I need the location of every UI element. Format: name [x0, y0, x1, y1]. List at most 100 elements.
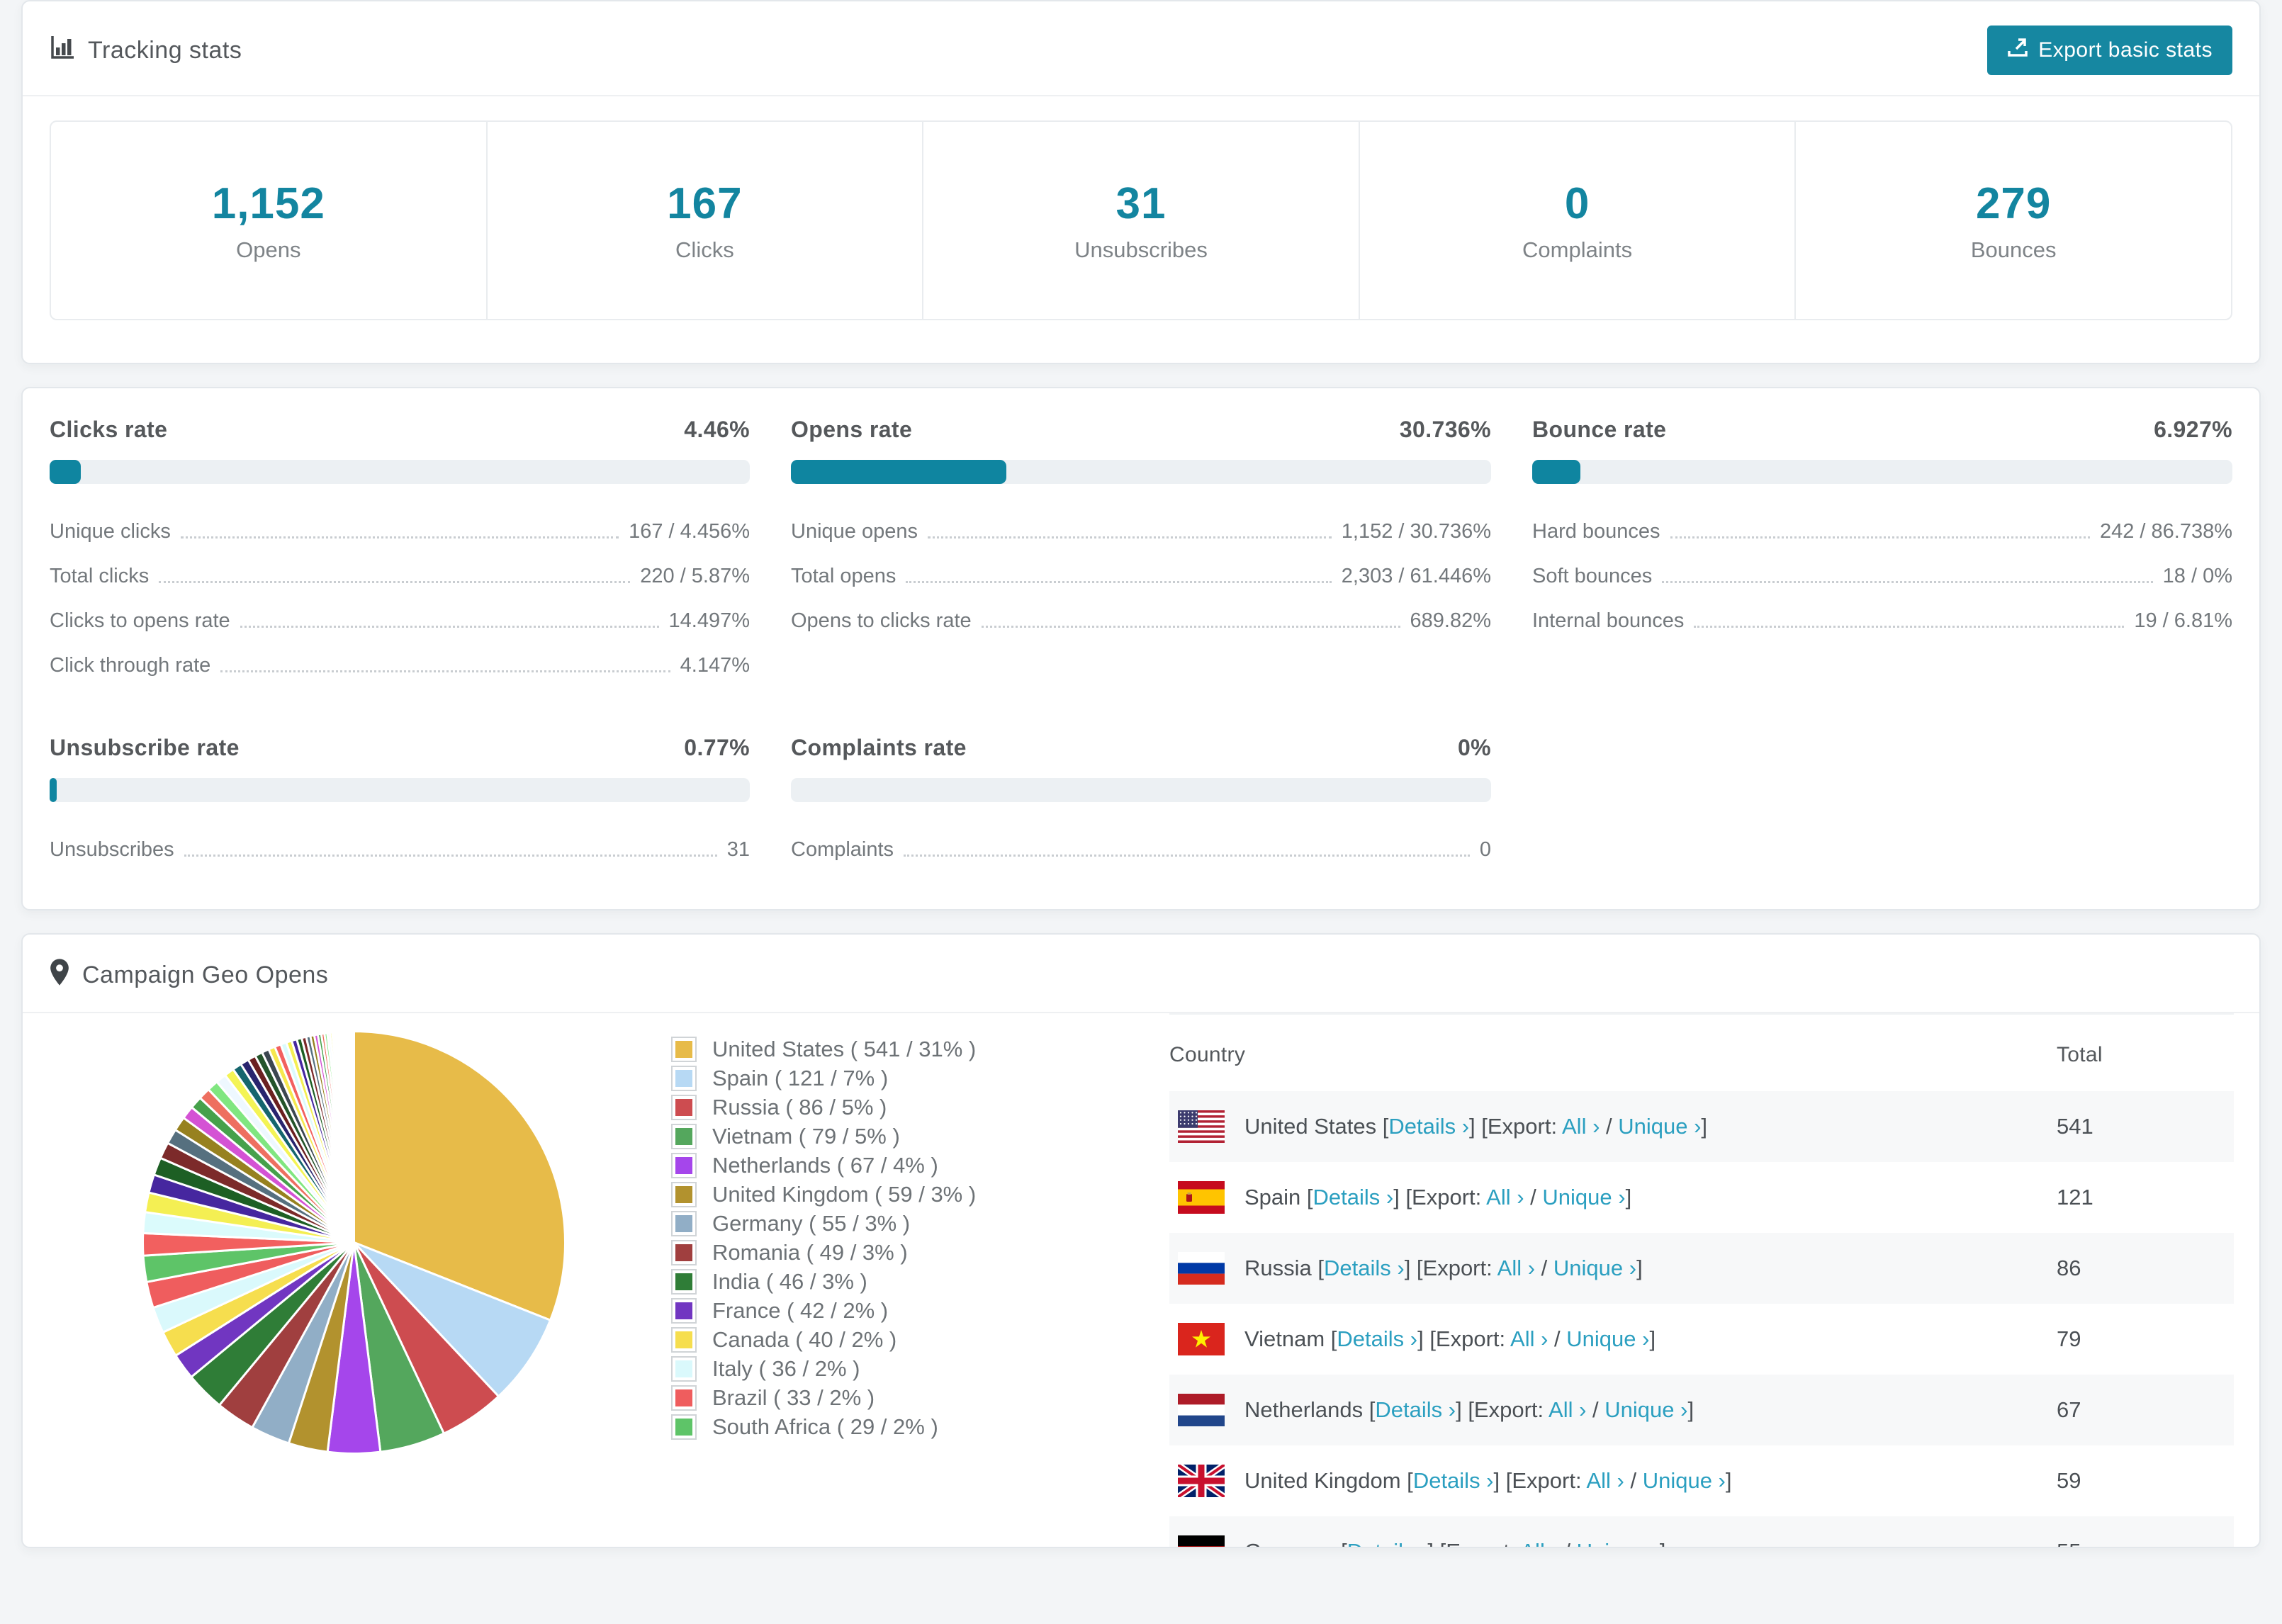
- rate-detail-value: 1,152 / 30.736%: [1341, 520, 1491, 543]
- geo-total-cell: 55: [2057, 1516, 2234, 1547]
- legend-item: Russia ( 86 / 5% ): [671, 1093, 1114, 1122]
- flag-vn-icon: [1178, 1323, 1225, 1355]
- legend-label: France ( 42 / 2% ): [712, 1297, 889, 1323]
- rate-value: 30.736%: [1399, 417, 1491, 442]
- rate-progress-bar: [791, 460, 1491, 484]
- rate-detail-row: Unique opens 1,152 / 30.736%: [791, 509, 1491, 554]
- column-header-country: Country: [1169, 1043, 1246, 1066]
- rate-title: Bounce rate: [1532, 417, 1667, 442]
- export-all-link[interactable]: All ›: [1586, 1468, 1624, 1493]
- legend-item: Germany ( 55 / 3% ): [671, 1209, 1114, 1238]
- dotted-leader: [904, 855, 1470, 857]
- details-link[interactable]: Details ›: [1324, 1256, 1405, 1280]
- geo-table-row-nl: Netherlands [Details ›] [Export: All › /…: [1169, 1375, 2234, 1445]
- geo-total-cell: 86: [2057, 1256, 2081, 1280]
- legend-swatch-color: [675, 1098, 692, 1116]
- geo-country-flex: Russia [Details ›] [Export: All › / Uniq…: [1178, 1252, 2057, 1285]
- rate-detail-label: Opens to clicks rate: [791, 609, 972, 632]
- static-text: ] [Export:: [1404, 1256, 1497, 1280]
- static-text: ] [Export:: [1393, 1185, 1487, 1209]
- summary-value: 167: [667, 179, 743, 228]
- legend-swatch: [671, 1065, 697, 1091]
- details-link[interactable]: Details ›: [1313, 1185, 1394, 1209]
- rate-title: Unsubscribe rate: [50, 735, 240, 760]
- rate-detail-value: 18 / 0%: [2162, 565, 2232, 587]
- legend-label: United Kingdom ( 59 / 3% ): [712, 1181, 977, 1207]
- legend-label: Canada ( 40 / 2% ): [712, 1326, 897, 1352]
- static-text: ] [Export:: [1469, 1114, 1562, 1139]
- details-link[interactable]: Details ›: [1413, 1468, 1494, 1493]
- export-all-link[interactable]: All ›: [1548, 1397, 1586, 1422]
- details-link[interactable]: Details ›: [1388, 1114, 1469, 1139]
- details-link[interactable]: Details ›: [1347, 1539, 1428, 1547]
- export-unique-link[interactable]: Unique ›: [1542, 1185, 1625, 1209]
- rate-panel-clicks: Clicks rate 4.46% Unique clicks 167 / 4.456…: [50, 417, 750, 688]
- dotted-leader: [1670, 536, 2090, 538]
- dotted-leader: [240, 626, 659, 628]
- country-flag: [1178, 1110, 1225, 1143]
- export-all-link[interactable]: All ›: [1486, 1185, 1524, 1209]
- geo-country-flex: Spain [Details ›] [Export: All › / Uniqu…: [1178, 1181, 2057, 1214]
- rate-detail-row: Hard bounces 242 / 86.738%: [1532, 509, 2232, 554]
- geo-country-flex: Netherlands [Details ›] [Export: All › /…: [1178, 1394, 2057, 1426]
- column-header-total: Total: [2057, 1043, 2103, 1066]
- export-unique-link[interactable]: Unique ›: [1604, 1397, 1687, 1422]
- geo-total-cell: 67: [2057, 1397, 2081, 1422]
- static-text: ] [Export:: [1493, 1468, 1587, 1493]
- summary-stats-wrap: 1,152 Opens 167 Clicks 31 Unsubscribes 0 Compla…: [23, 96, 2259, 363]
- rate-panel-header: Opens rate 30.736%: [791, 417, 1491, 443]
- summary-value: 0: [1564, 179, 1590, 228]
- rate-detail-value: 2,303 / 61.446%: [1341, 565, 1491, 587]
- summary-stat-clicks: 167 Clicks: [488, 122, 924, 319]
- pie-legend: United States ( 541 / 31% ) Spain ( 121 /…: [671, 1034, 1114, 1441]
- summary-stats-row: 1,152 Opens 167 Clicks 31 Unsubscribes 0 Compla…: [50, 120, 2232, 320]
- export-unique-link[interactable]: Unique ›: [1566, 1326, 1649, 1351]
- rate-progress-fill: [791, 460, 1006, 484]
- summary-stat-complaints: 0 Complaints: [1360, 122, 1797, 319]
- geo-content: United States ( 541 / 31% ) Spain ( 121 /…: [23, 1013, 2259, 1547]
- static-text: ] [Export:: [1427, 1539, 1520, 1547]
- export-unique-link[interactable]: Unique ›: [1618, 1114, 1701, 1139]
- flag-es-icon: [1178, 1181, 1225, 1214]
- rate-panel-header: Clicks rate 4.46%: [50, 417, 750, 443]
- rate-detail-value: 220 / 5.87%: [640, 565, 750, 587]
- legend-item: United States ( 541 / 31% ): [671, 1034, 1114, 1064]
- rate-panel-complaints: Complaints rate 0% Complaints 0: [791, 735, 1491, 872]
- export-unique-link[interactable]: Unique ›: [1577, 1539, 1660, 1547]
- export-all-link[interactable]: All ›: [1520, 1539, 1558, 1547]
- export-all-link[interactable]: All ›: [1497, 1256, 1535, 1280]
- legend-swatch-color: [675, 1185, 692, 1203]
- export-unique-link[interactable]: Unique ›: [1553, 1256, 1636, 1280]
- rate-detail-label: Hard bounces: [1532, 520, 1660, 543]
- geo-title-row: Campaign Geo Opens: [50, 959, 328, 992]
- legend-label: Brazil ( 33 / 2% ): [712, 1385, 875, 1410]
- legend-label: Romania ( 49 / 3% ): [712, 1239, 908, 1265]
- export-all-link[interactable]: All ›: [1510, 1326, 1548, 1351]
- rate-progress-bar: [50, 460, 750, 484]
- rate-panel-header: Bounce rate 6.927%: [1532, 417, 2232, 443]
- legend-item: Romania ( 49 / 3% ): [671, 1238, 1114, 1267]
- legend-swatch-color: [675, 1156, 692, 1174]
- legend-item: France ( 42 / 2% ): [671, 1296, 1114, 1325]
- legend-swatch: [671, 1152, 697, 1178]
- legend-swatch: [671, 1123, 697, 1149]
- geo-country-cell: Russia [Details ›] [Export: All › / Uniq…: [1169, 1233, 2057, 1304]
- legend-swatch-color: [675, 1069, 692, 1087]
- details-link[interactable]: Details ›: [1337, 1326, 1417, 1351]
- legend-swatch-color: [675, 1040, 692, 1058]
- summary-label: Clicks: [675, 237, 734, 262]
- details-link[interactable]: Details ›: [1375, 1397, 1456, 1422]
- pie-svg: [142, 1030, 566, 1455]
- export-basic-stats-button[interactable]: Export basic stats: [1987, 26, 2232, 75]
- legend-swatch-color: [675, 1389, 692, 1406]
- legend-item: Italy ( 36 / 2% ): [671, 1354, 1114, 1383]
- geo-country-cell: Spain [Details ›] [Export: All › / Uniqu…: [1169, 1162, 2057, 1233]
- rate-detail-value: 4.147%: [680, 654, 750, 677]
- legend-label: Italy ( 36 / 2% ): [712, 1355, 860, 1381]
- export-unique-link[interactable]: Unique ›: [1643, 1468, 1726, 1493]
- country-flag: [1178, 1465, 1225, 1497]
- rates-grid: Clicks rate 4.46% Unique clicks 167 / 4.456…: [23, 388, 2259, 909]
- geo-total-cell: 121: [2057, 1185, 2093, 1209]
- export-all-link[interactable]: All ›: [1562, 1114, 1600, 1139]
- rate-value: 6.927%: [2154, 417, 2232, 442]
